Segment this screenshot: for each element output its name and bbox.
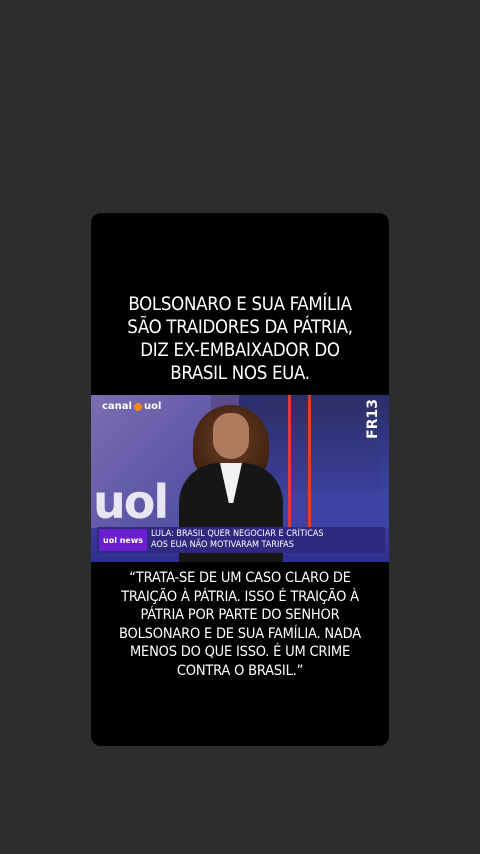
fr13-tag: FR13 [365,399,381,439]
studio-screen [259,401,379,491]
uol-studio-watermark: uol [93,475,169,529]
news-video-frame[interactable]: uol canal uol FR13 uol news LULA: BRASIL… [91,395,389,562]
lower-third-text: LULA: BRASIL QUER NEGOCIAR E CRÍTICAS AO… [151,529,324,550]
uol-dot-icon [133,402,142,411]
red-light-bar [308,395,311,527]
presenter-face [213,413,249,459]
red-light-bar [288,395,291,527]
logo-text-uol: uol [143,401,162,412]
story-card: BOLSONARO E SUA FAMÍLIA SÃO TRAIDORES DA… [91,213,389,746]
headline-text: BOLSONARO E SUA FAMÍLIA SÃO TRAIDORES DA… [127,294,353,384]
logo-text-canal: canal [102,401,132,412]
lower-third-banner: uol news LULA: BRASIL QUER NEGOCIAR E CR… [97,527,385,553]
uol-news-badge: uol news [99,529,147,551]
quote-text: “TRATA-SE DE UM CASO CLARO DE TRAIÇÃO À … [119,570,361,679]
canal-uol-logo: canal uol [102,401,161,412]
